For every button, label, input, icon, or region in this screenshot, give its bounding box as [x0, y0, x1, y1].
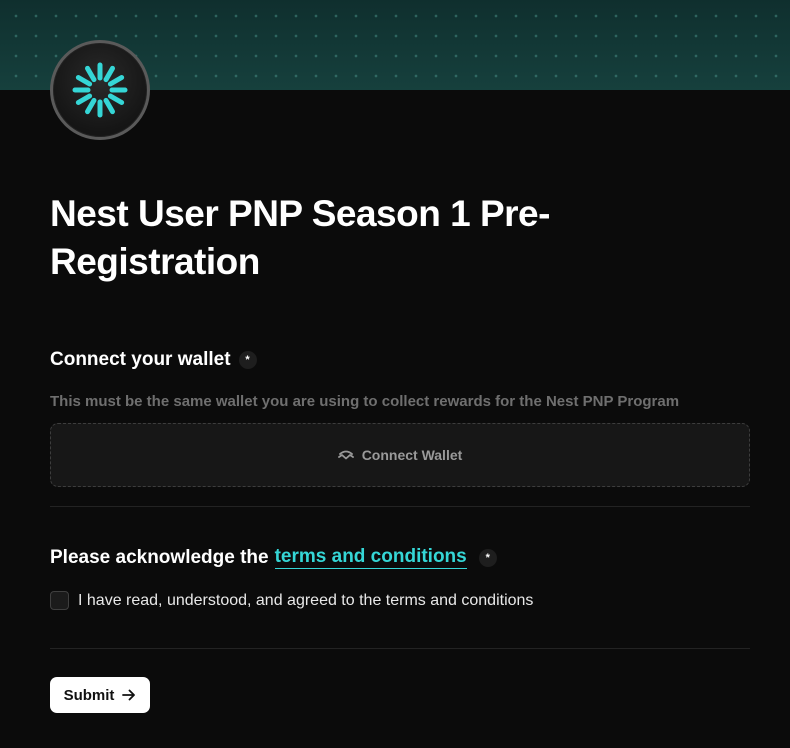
divider: [50, 506, 750, 507]
wallet-helper-text: This must be the same wallet you are usi…: [50, 393, 680, 410]
required-mark: *: [478, 548, 497, 567]
spinner-sun-icon: [72, 62, 128, 118]
wallet-label-text: Connect your wallet: [50, 349, 231, 370]
divider: [50, 648, 750, 649]
registration-page: Nest User PNP Season 1 Pre-Registration …: [0, 0, 790, 748]
terms-section-label: Please acknowledge the terms and conditi…: [50, 546, 497, 569]
logo-ray: [85, 97, 97, 115]
connect-wallet-label: Connect Wallet: [361, 447, 463, 463]
logo-ray: [107, 75, 125, 87]
page-title: Nest User PNP Season 1 Pre-Registration: [50, 193, 550, 282]
terms-label-prefix: Please acknowledge the: [50, 546, 269, 568]
logo-ray: [103, 65, 115, 83]
logo-ray: [85, 65, 97, 83]
terms-checkbox-label[interactable]: I have read, understood, and agreed to t…: [78, 592, 533, 610]
logo-ray: [75, 93, 93, 105]
logo: [50, 40, 150, 140]
submit-label: Submit: [63, 686, 115, 704]
connect-wallet-button[interactable]: Connect Wallet: [50, 423, 750, 487]
submit-button[interactable]: Submit: [50, 677, 150, 713]
terms-checkbox-row: I have read, understood, and agreed to t…: [50, 591, 533, 610]
logo-ray: [107, 93, 125, 105]
required-mark: *: [238, 351, 257, 369]
logo-ray: [75, 75, 93, 87]
wallet-section-label: Connect your wallet *: [50, 349, 257, 371]
terms-checkbox[interactable]: [50, 591, 69, 610]
wallet-connect-icon: [337, 449, 354, 461]
logo-ray: [103, 97, 115, 115]
arrow-right-icon: [122, 689, 136, 701]
terms-link[interactable]: terms and conditions: [274, 546, 467, 569]
